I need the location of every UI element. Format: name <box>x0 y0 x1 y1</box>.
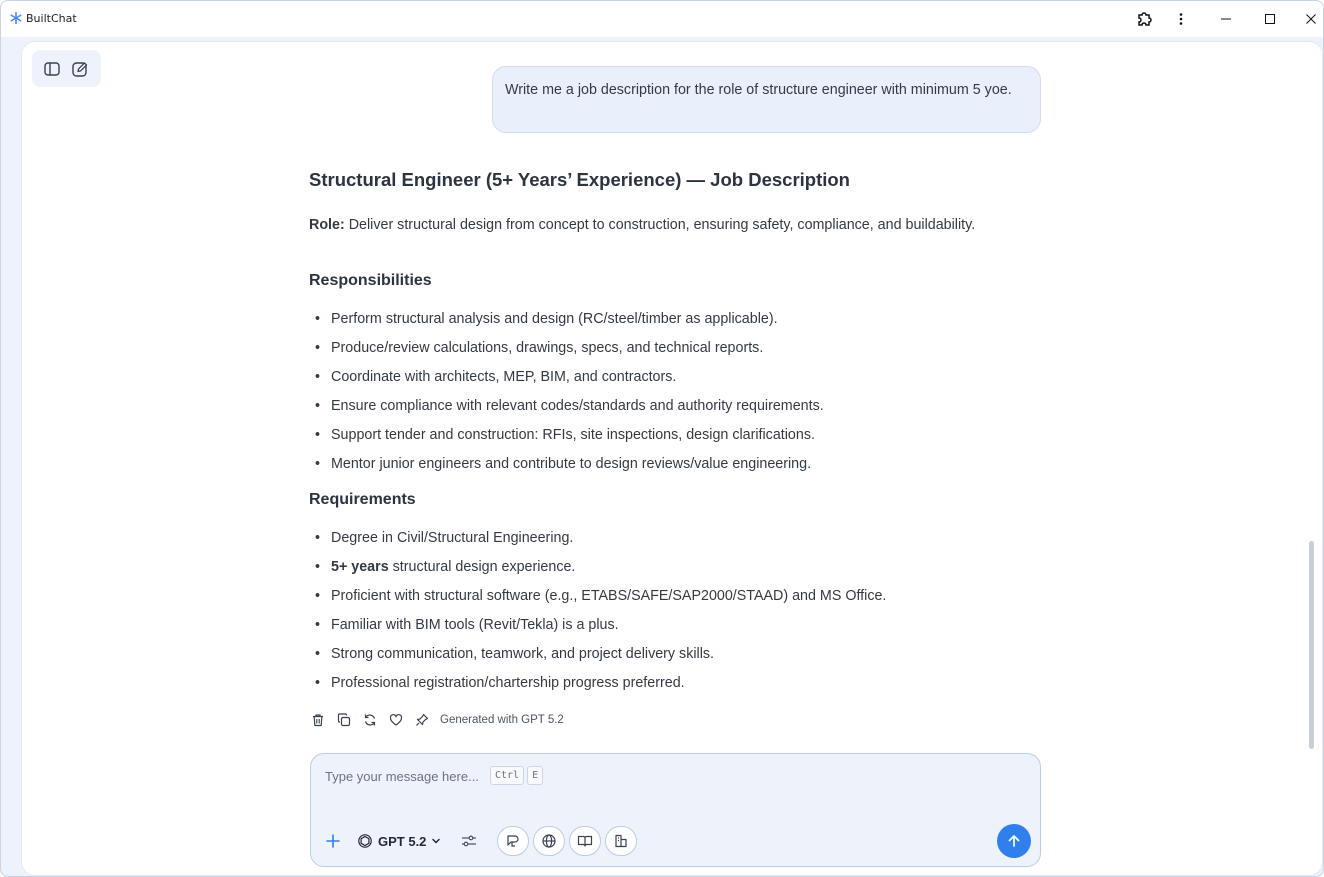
files-button[interactable] <box>605 826 637 856</box>
requirements-heading: Requirements <box>309 491 416 508</box>
list-item: Produce/review calculations, drawings, s… <box>309 337 824 366</box>
shortcut-key: Ctrl <box>490 766 525 785</box>
more-vertical-icon <box>1179 13 1183 25</box>
copy-button[interactable] <box>335 712 352 729</box>
user-message-bubble: Write me a job description for the role … <box>492 66 1041 133</box>
files-icon <box>615 834 627 848</box>
list-item: Mentor junior engineers and contribute t… <box>309 453 824 482</box>
window-title: BuiltChat <box>26 12 77 25</box>
response-role: Role: Deliver structural design from con… <box>309 214 989 236</box>
arrow-up-icon <box>1008 835 1020 847</box>
generated-with-label: Generated with GPT 5.2 <box>440 714 564 726</box>
model-label: GPT 5.2 <box>378 833 427 849</box>
role-label: Role: <box>309 217 345 233</box>
app-window: BuiltChat Write me a job description for… <box>0 0 1324 877</box>
web-search-button[interactable] <box>533 826 565 856</box>
title-bar: BuiltChat <box>1 1 1323 37</box>
heart-icon <box>389 713 402 726</box>
new-chat-button[interactable] <box>69 58 91 80</box>
sidebar-toggle-icon <box>44 61 60 76</box>
plus-icon <box>326 834 340 848</box>
extension-icon <box>1138 12 1152 26</box>
responsibilities-heading: Responsibilities <box>309 272 432 289</box>
list-item: Familiar with BIM tools (Revit/Tekla) is… <box>309 614 886 643</box>
knowledge-button[interactable] <box>569 826 601 856</box>
user-message-text: Write me a job description for the role … <box>505 82 1012 98</box>
new-chat-icon <box>72 61 88 77</box>
requirements-list: Degree in Civil/Structural Engineering. … <box>309 527 886 701</box>
close-icon <box>1306 14 1316 24</box>
sliders-icon <box>462 835 476 847</box>
openai-logo-icon <box>358 834 372 848</box>
list-item: Degree in Civil/Structural Engineering. <box>309 527 886 556</box>
trash-icon <box>312 714 323 727</box>
delete-button[interactable] <box>309 712 326 729</box>
response-title: Structural Engineer (5+ Years’ Experienc… <box>309 169 850 190</box>
responsibilities-list: Perform structural analysis and design (… <box>309 308 824 482</box>
favorite-button[interactable] <box>387 712 404 729</box>
more-options-button[interactable] <box>1167 7 1195 31</box>
close-button[interactable] <box>1297 7 1323 31</box>
copy-icon <box>337 713 350 727</box>
list-item: Professional registration/chartership pr… <box>309 672 886 701</box>
model-selector[interactable]: GPT 5.2 <box>357 831 441 851</box>
regenerate-button[interactable] <box>361 712 378 729</box>
message-composer: Ctrl E GPT 5.2 <box>310 753 1041 867</box>
attach-button[interactable] <box>323 831 343 851</box>
shortcut-key: E <box>527 766 544 785</box>
list-item: Perform structural analysis and design (… <box>309 308 824 337</box>
list-item: Ensure compliance with relevant codes/st… <box>309 395 824 424</box>
list-item: Proficient with structural software (e.g… <box>309 585 886 614</box>
extension-button[interactable] <box>1130 7 1158 31</box>
minimize-icon <box>1221 18 1231 20</box>
regenerate-icon <box>364 714 375 726</box>
message-actions: Generated with GPT 5.2 <box>309 710 564 730</box>
chevron-down-icon <box>432 838 441 844</box>
send-button[interactable] <box>997 824 1031 858</box>
pin-button[interactable] <box>413 712 430 729</box>
list-item: 5+ years structural design experience. <box>309 556 886 585</box>
knowledge-book-icon <box>577 835 593 847</box>
web-search-icon <box>542 834 556 848</box>
list-item: Strong communication, teamwork, and proj… <box>309 643 886 672</box>
pin-icon <box>415 713 428 726</box>
sidebar-toggle-button[interactable] <box>41 58 63 80</box>
app-logo-icon <box>10 11 22 25</box>
role-text: Deliver structural design from concept t… <box>344 217 976 233</box>
scrollbar-thumb[interactable] <box>1309 541 1314 749</box>
list-item: Support tender and construction: RFIs, s… <box>309 424 824 453</box>
maximize-button[interactable] <box>1256 7 1284 31</box>
top-toolbar <box>32 50 101 87</box>
list-item-text: structural design experience. <box>388 559 576 575</box>
list-item: Coordinate with architects, MEP, BIM, an… <box>309 366 824 395</box>
minimize-button[interactable] <box>1212 7 1240 31</box>
prompt-library-button[interactable] <box>497 826 529 856</box>
prompt-icon <box>507 835 519 847</box>
emphasis-text: 5+ years <box>331 559 389 575</box>
maximize-icon <box>1265 14 1275 24</box>
message-input[interactable] <box>325 764 1015 788</box>
shortcut-hint: Ctrl E <box>490 766 544 785</box>
model-settings-button[interactable] <box>459 831 479 851</box>
